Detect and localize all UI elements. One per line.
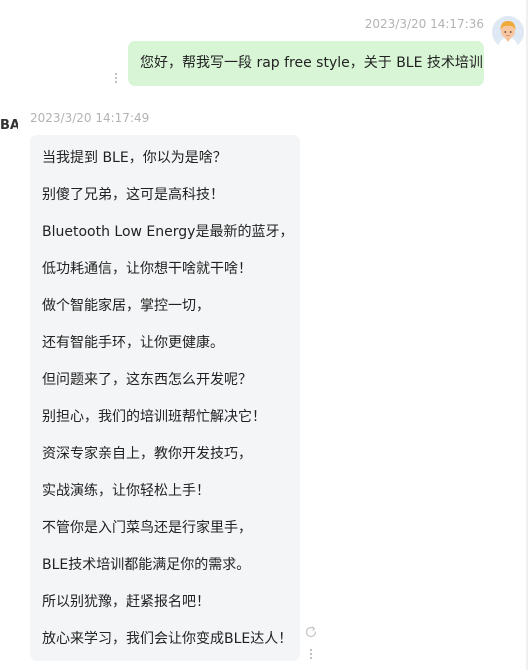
bot-message-line: 放心来学习，我们会让你变成BLE达人！ [42,631,293,647]
more-vertical-icon[interactable] [113,71,119,85]
user-message-bubble: 您好，帮我写一段 rap free style，关于 BLE 技术培训 [128,41,484,86]
bot-message-line: 不管你是入门菜鸟还是行家里手， [42,520,252,536]
bot-message-line: 所以别犹豫，赶紧报名吧！ [42,594,210,610]
bot-message-line: 资深专家亲自上，教你开发技巧， [42,446,252,462]
user-message-text: 您好，帮我写一段 rap free style，关于 BLE 技术培训 [140,55,483,71]
bot-message-timestamp: 2023/3/20 14:17:49 [30,111,150,125]
chat-window: 2023/3/20 14:17:36 您好，帮我写一段 rap free sty… [0,0,528,670]
bot-message-line: 低功耗通信，让你想干啥就干啥！ [42,261,252,277]
bot-logo: BAI [0,118,18,133]
refresh-icon[interactable] [304,625,318,639]
bot-message-line: Bluetooth Low Energy是最新的蓝牙， [42,224,294,240]
bot-message-line: BLE技术培训都能满足你的需求。 [42,557,251,573]
bot-message-bubble: 当我提到 BLE，你以为是啥？ 别傻了兄弟，这可是高科技！ Bluetooth … [30,135,300,661]
more-vertical-icon[interactable] [308,647,314,661]
bot-message-line: 当我提到 BLE，你以为是啥？ [42,150,227,166]
user-avatar-icon[interactable] [492,16,524,48]
bot-message-line: 做个智能家居，掌控一切， [42,298,210,314]
bot-message-line: 还有智能手环，让你更健康。 [42,335,224,351]
bot-message-line: 别傻了兄弟，这可是高科技！ [42,187,224,203]
bot-message-line: 但问题来了，这东西怎么开发呢？ [42,372,252,388]
user-message-timestamp: 2023/3/20 14:17:36 [364,17,484,31]
bot-message-line: 实战演练，让你轻松上手！ [42,483,210,499]
bot-message-line: 别担心，我们的培训班帮忙解决它！ [42,409,266,425]
